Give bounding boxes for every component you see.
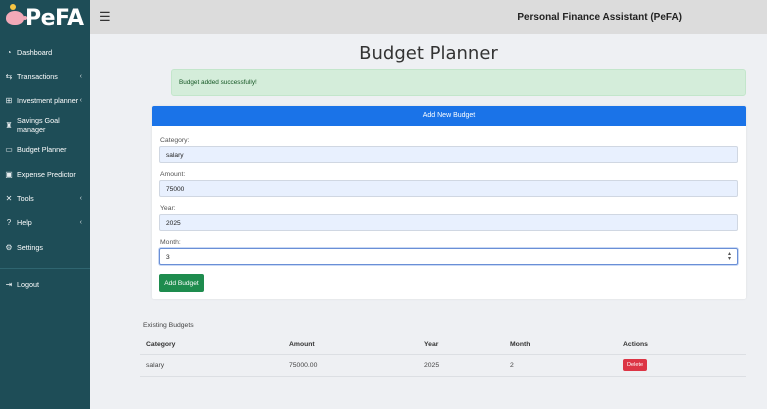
sidebar-item-label: Logout xyxy=(17,280,39,290)
table-header-row: Category Amount Year Month Actions xyxy=(140,336,746,355)
select-caret-icon: ▴ ▾ xyxy=(727,251,731,262)
sidebar-item-dashboard[interactable]: ◔ Dashboard xyxy=(0,40,90,64)
sidebar-item-settings[interactable]: ⚙ Settings xyxy=(0,235,90,259)
column-header-month: Month xyxy=(504,336,617,355)
delete-button[interactable]: Delete xyxy=(623,359,648,371)
sidebar-item-tools[interactable]: ✕ Tools ‹ xyxy=(0,186,90,210)
sidebar-item-budget-planner[interactable]: ▭ Budget Planner xyxy=(0,138,90,162)
hamburger-icon[interactable]: ☰ xyxy=(99,9,111,25)
sidebar-item-label: Transactions xyxy=(17,72,58,82)
budgets-table: Category Amount Year Month Actions salar… xyxy=(140,336,746,377)
sidebar-item-expense-predictor[interactable]: ▣ Expense Predictor xyxy=(0,162,90,186)
app-title: Personal Finance Assistant (PeFA) xyxy=(517,11,682,23)
cell-year: 2025 xyxy=(418,354,504,377)
sidebar-item-label: Expense Predictor xyxy=(17,169,76,179)
help-icon: ? xyxy=(6,218,12,228)
sidebar-item-label: Settings xyxy=(17,242,43,252)
logo[interactable]: PeFA xyxy=(0,0,90,36)
cell-month: 2 xyxy=(504,354,617,377)
sidebar-nav: ◔ Dashboard ⇆ Transactions ‹ ⊞ Investmen… xyxy=(0,36,90,297)
gear-icon: ⚙ xyxy=(5,242,13,252)
sidebar-item-label: Tools xyxy=(17,194,34,204)
sidebar-item-label: Savings Goal manager xyxy=(16,116,60,135)
top-bar: ☰ Personal Finance Assistant (PeFA) xyxy=(90,0,767,34)
cell-actions: Delete xyxy=(617,354,746,377)
add-budget-card: Add New Budget Category: salary Amount: … xyxy=(152,106,746,299)
amount-label: Amount: xyxy=(160,171,186,178)
column-header-category: Category xyxy=(140,336,283,355)
logout-icon: ⇥ xyxy=(5,280,13,290)
chevron-left-icon: ‹ xyxy=(79,97,82,105)
table-row: salary 75000.00 2025 2 Delete xyxy=(140,354,746,377)
month-value: 3 xyxy=(166,254,170,261)
sidebar-item-label: Investment planner xyxy=(17,96,79,106)
page-title: Budget Planner xyxy=(359,43,498,64)
card-header: Add New Budget xyxy=(152,106,746,126)
sidebar-item-transactions[interactable]: ⇆ Transactions ‹ xyxy=(0,64,90,88)
piggy-bank-icon: ♜ xyxy=(5,120,13,130)
investment-icon: ⊞ xyxy=(5,96,13,106)
add-budget-button[interactable]: Add Budget xyxy=(159,274,204,292)
chevron-left-icon: ‹ xyxy=(79,73,82,81)
sidebar-item-label: Help xyxy=(17,218,32,228)
sidebar: PeFA ◔ Dashboard ⇆ Transactions ‹ ⊞ Inve… xyxy=(0,0,90,409)
chevron-left-icon: ‹ xyxy=(79,219,82,227)
exchange-icon: ⇆ xyxy=(5,72,13,82)
amount-field[interactable]: 75000 xyxy=(159,180,738,197)
column-header-actions: Actions xyxy=(617,336,746,355)
category-label: Category: xyxy=(160,137,190,144)
dashboard-icon: ◔ xyxy=(6,47,12,57)
category-field[interactable]: salary xyxy=(159,146,738,163)
wallet-icon: ▭ xyxy=(5,145,13,155)
cell-amount: 75000.00 xyxy=(283,354,418,377)
money-icon: ▣ xyxy=(5,169,13,179)
sidebar-item-investment-planner[interactable]: ⊞ Investment planner ‹ xyxy=(0,89,90,113)
piggy-bank-logo-icon xyxy=(6,11,27,25)
chevron-left-icon: ‹ xyxy=(79,195,82,203)
tools-icon: ✕ xyxy=(5,194,13,204)
existing-budgets-title: Existing Budgets xyxy=(143,322,194,329)
sidebar-item-logout[interactable]: ⇥ Logout xyxy=(0,273,90,297)
cell-category: salary xyxy=(140,354,283,377)
month-select[interactable]: 3 ▴ ▾ xyxy=(159,248,738,265)
sidebar-divider xyxy=(0,267,90,269)
coin-icon xyxy=(10,4,16,10)
sidebar-item-label: Budget Planner xyxy=(17,145,67,155)
sidebar-item-label: Dashboard xyxy=(17,47,53,57)
success-alert: Budget added successfully! xyxy=(171,69,746,96)
main-content: Budget Planner Budget added successfully… xyxy=(90,34,767,409)
column-header-amount: Amount xyxy=(283,336,418,355)
year-field[interactable]: 2025 xyxy=(159,214,738,231)
sidebar-item-savings-goal-manager[interactable]: ♜ Savings Goal manager xyxy=(0,113,90,137)
logo-text: PeFA xyxy=(25,5,84,31)
year-label: Year: xyxy=(160,205,176,212)
month-label: Month: xyxy=(160,239,181,246)
sidebar-item-help[interactable]: ? Help ‹ xyxy=(0,211,90,235)
column-header-year: Year xyxy=(418,336,504,355)
